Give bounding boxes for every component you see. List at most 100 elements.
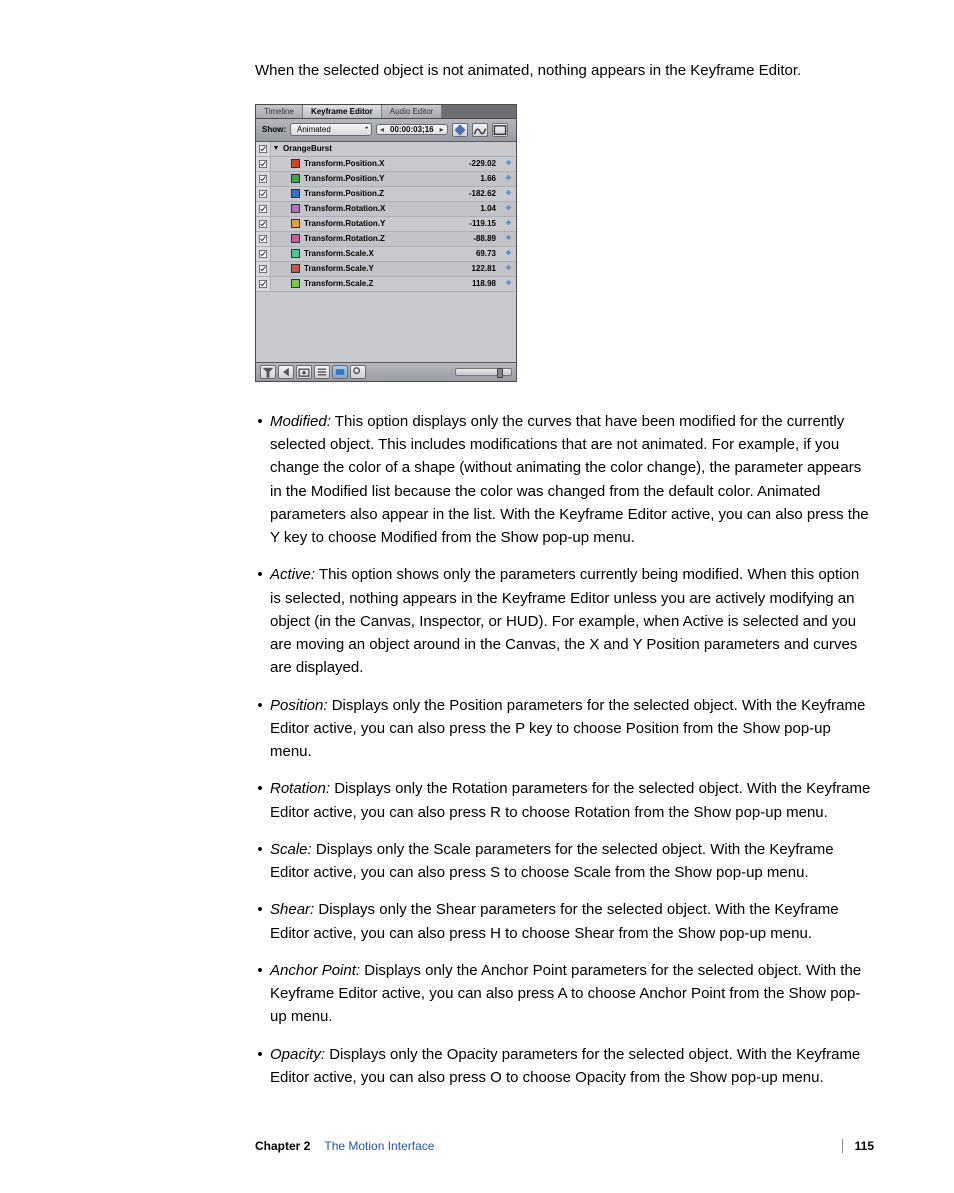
visibility-checkbox[interactable] — [256, 247, 271, 261]
parameter-name: Transform.Position.X — [304, 159, 452, 168]
keyframe-diamond-icon[interactable] — [500, 249, 516, 258]
color-swatch — [291, 279, 300, 288]
empty-rows — [256, 292, 516, 362]
filter-button[interactable] — [260, 365, 276, 379]
item-body: Anchor Point: Displays only the Anchor P… — [270, 959, 874, 1029]
options-list: •Modified: This option displays only the… — [250, 410, 874, 1089]
tab-timeline[interactable]: Timeline — [256, 105, 303, 118]
parameter-value[interactable]: -229.02 — [452, 159, 500, 168]
keyframe-diamond-icon[interactable] — [500, 264, 516, 273]
parameter-value[interactable]: 118.98 — [452, 279, 500, 288]
curve-snapshot-button[interactable] — [472, 123, 488, 137]
visibility-checkbox[interactable] — [256, 187, 271, 201]
group-row[interactable]: ▼ OrangeBurst — [256, 142, 516, 157]
group-name: OrangeBurst — [283, 144, 452, 153]
prev-keyframe-button[interactable] — [278, 365, 294, 379]
parameter-row[interactable]: Transform.Scale.Y122.81 — [256, 262, 516, 277]
item-description: Displays only the Scale parameters for t… — [270, 841, 834, 881]
parameter-row[interactable]: Transform.Scale.Z118.98 — [256, 277, 516, 292]
parameter-row[interactable]: Transform.Position.Y1.66 — [256, 172, 516, 187]
tab-keyframe-editor[interactable]: Keyframe Editor — [303, 105, 382, 118]
add-keyframe-button[interactable] — [452, 123, 468, 137]
item-body: Rotation: Displays only the Rotation par… — [270, 777, 874, 824]
panel-footer: : — [256, 362, 516, 381]
parameter-value[interactable]: 69.73 — [452, 249, 500, 258]
keyframe-diamond-icon[interactable] — [500, 174, 516, 183]
color-swatch — [291, 174, 300, 183]
color-swatch — [291, 189, 300, 198]
fit-view-button[interactable] — [492, 123, 508, 137]
item-body: Active: This option shows only the param… — [270, 563, 874, 679]
item-term: Opacity: — [270, 1046, 325, 1063]
item-body: Opacity: Displays only the Opacity param… — [270, 1043, 874, 1090]
parameter-value[interactable]: 1.04 — [452, 204, 500, 213]
list-view-button[interactable] — [314, 365, 330, 379]
visibility-checkbox[interactable] — [256, 202, 271, 216]
item-term: Active: — [270, 566, 315, 583]
color-swatch — [291, 219, 300, 228]
list-item: •Position: Displays only the Position pa… — [250, 694, 874, 764]
bullet-icon: • — [250, 563, 270, 679]
parameter-value[interactable]: -119.15 — [452, 219, 500, 228]
color-swatch — [291, 249, 300, 258]
parameter-name: Transform.Scale.X — [304, 249, 452, 258]
item-description: This option shows only the parameters cu… — [270, 566, 859, 676]
visibility-checkbox[interactable] — [256, 172, 271, 186]
time-prev-icon[interactable]: ◂ — [377, 125, 387, 134]
list-item: •Active: This option shows only the para… — [250, 563, 874, 679]
item-term: Rotation: — [270, 780, 330, 797]
bullet-icon: • — [250, 694, 270, 764]
parameter-row[interactable]: Transform.Position.X-229.02 — [256, 157, 516, 172]
list-item: •Anchor Point: Displays only the Anchor … — [250, 959, 874, 1029]
tab-audio-editor[interactable]: Audio Editor — [382, 105, 443, 118]
parameter-row[interactable]: Transform.Scale.X69.73 — [256, 247, 516, 262]
item-body: Scale: Displays only the Scale parameter… — [270, 838, 874, 885]
parameter-row[interactable]: Transform.Rotation.Z-88.89 — [256, 232, 516, 247]
parameter-name: Transform.Scale.Y — [304, 264, 452, 273]
item-body: Modified: This option displays only the … — [270, 410, 874, 550]
keyframe-diamond-icon[interactable] — [500, 189, 516, 198]
parameter-row[interactable]: Transform.Rotation.X1.04 — [256, 202, 516, 217]
parameter-value[interactable]: -182.62 — [452, 189, 500, 198]
item-term: Position: — [270, 697, 328, 714]
keyframe-diamond-icon[interactable] — [500, 219, 516, 228]
parameter-value[interactable]: -88.89 — [452, 234, 500, 243]
visibility-checkbox[interactable] — [256, 232, 271, 246]
list-item: •Modified: This option displays only the… — [250, 410, 874, 550]
parameter-row[interactable]: Transform.Rotation.Y-119.15 — [256, 217, 516, 232]
parameter-name: Transform.Rotation.Z — [304, 234, 452, 243]
parameter-row[interactable]: Transform.Position.Z-182.62 — [256, 187, 516, 202]
visibility-checkbox[interactable] — [256, 142, 271, 156]
item-term: Scale: — [270, 841, 312, 858]
visibility-checkbox[interactable] — [256, 217, 271, 231]
visibility-checkbox[interactable] — [256, 262, 271, 276]
zoom-slider[interactable] — [455, 368, 512, 376]
parameter-name: Transform.Rotation.X — [304, 204, 452, 213]
color-swatch — [291, 204, 300, 213]
keyframe-diamond-icon[interactable] — [500, 234, 516, 243]
page-number: 115 — [842, 1139, 874, 1153]
item-term: Modified: — [270, 413, 331, 430]
keyframe-diamond-icon[interactable] — [500, 279, 516, 288]
visibility-checkbox[interactable] — [256, 157, 271, 171]
parameter-name: Transform.Position.Z — [304, 189, 452, 198]
snapshot-button[interactable] — [296, 365, 312, 379]
timecode-field[interactable]: ◂ 00:00:03;16 ▸ — [376, 124, 448, 135]
visibility-checkbox[interactable] — [256, 277, 271, 291]
color-swatch — [291, 234, 300, 243]
parameter-name: Transform.Position.Y — [304, 174, 452, 183]
parameter-value[interactable]: 122.81 — [452, 264, 500, 273]
keyframe-diamond-icon[interactable] — [500, 159, 516, 168]
chapter-title: The Motion Interface — [324, 1139, 434, 1153]
action-menu-button[interactable] — [350, 365, 366, 379]
keyframe-editor-panel: Timeline Keyframe Editor Audio Editor Sh… — [255, 104, 517, 382]
clip-view-button[interactable] — [332, 365, 348, 379]
show-popup[interactable]: Animated — [290, 123, 372, 136]
item-term: Anchor Point: — [270, 962, 360, 979]
parameter-list: ▼ OrangeBurst Transform.Position.X-229.0… — [256, 142, 516, 362]
keyframe-diamond-icon[interactable] — [500, 204, 516, 213]
item-description: Displays only the Rotation parameters fo… — [270, 780, 870, 820]
time-next-icon[interactable]: ▸ — [437, 125, 447, 134]
parameter-value[interactable]: 1.66 — [452, 174, 500, 183]
disclosure-triangle-icon[interactable]: ▼ — [271, 145, 281, 152]
